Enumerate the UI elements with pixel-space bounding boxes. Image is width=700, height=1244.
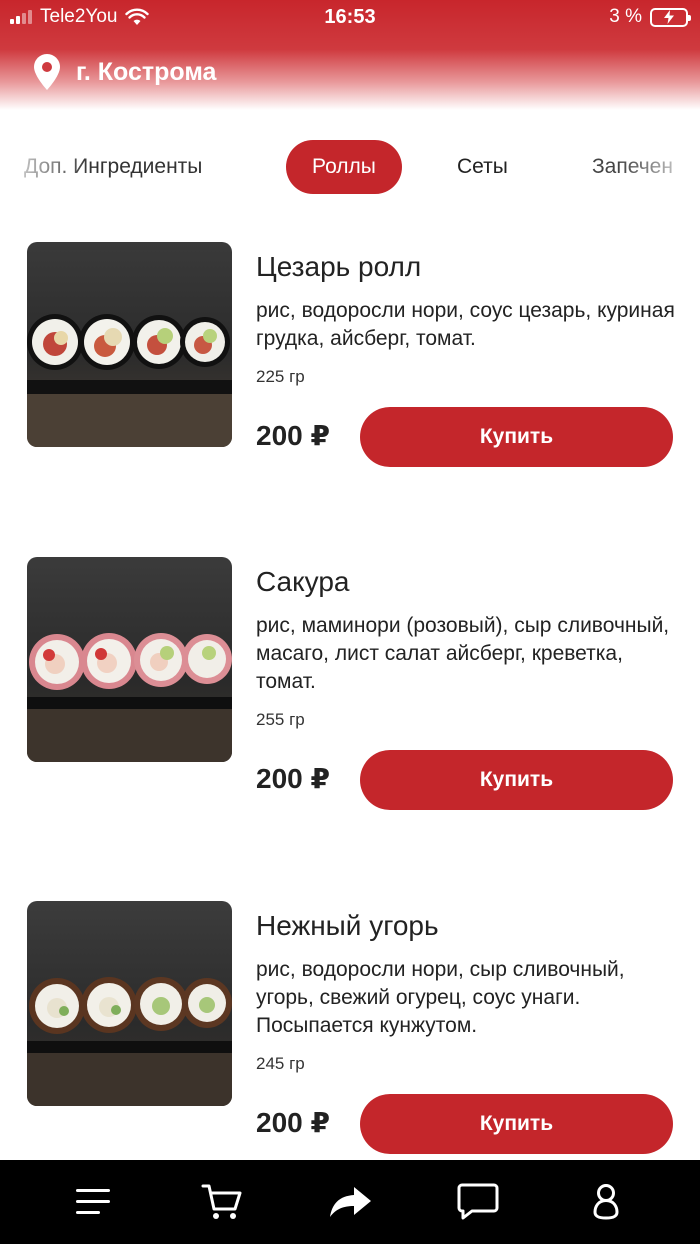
tab-extra-ingredients[interactable]: Доп. Ингредиенты bbox=[24, 140, 202, 194]
product-weight: 245 гр bbox=[256, 1054, 305, 1073]
product-name: Сакура bbox=[256, 566, 350, 597]
tab-baked[interactable]: Запечен bbox=[592, 140, 673, 194]
menu-icon[interactable] bbox=[64, 1172, 124, 1232]
status-bar: Tele2You 16:53 3 % bbox=[0, 0, 700, 36]
profile-icon[interactable] bbox=[576, 1172, 636, 1232]
product-info: Цезарь ролл рис, водоросли нори, соус це… bbox=[256, 242, 676, 387]
share-icon[interactable] bbox=[320, 1172, 380, 1232]
product-info: Нежный угорь рис, водоросли нори, сыр сл… bbox=[256, 901, 676, 1074]
tab-rolls[interactable]: Роллы bbox=[286, 140, 402, 194]
product-image[interactable] bbox=[27, 557, 232, 762]
product-description: рис, водоросли нори, сыр сливочный, угор… bbox=[256, 958, 625, 1037]
product-image[interactable] bbox=[27, 901, 232, 1106]
price-row: 200 ₽ Купить bbox=[256, 1094, 676, 1154]
tab-sets[interactable]: Сеты bbox=[457, 140, 508, 194]
clock: 16:53 bbox=[324, 6, 376, 28]
product-price: 200 ₽ bbox=[256, 763, 330, 794]
category-tabs: Доп. Ингредиенты Роллы Сеты Запечен bbox=[0, 140, 700, 196]
product-weight: 225 гр bbox=[256, 367, 305, 386]
status-right: 3 % bbox=[609, 6, 691, 28]
buy-button[interactable]: Купить bbox=[360, 407, 673, 467]
battery-percent: 3 % bbox=[609, 6, 642, 27]
location-city: г. Кострома bbox=[76, 57, 217, 86]
product-price: 200 ₽ bbox=[256, 1107, 330, 1138]
product-image[interactable] bbox=[27, 242, 232, 447]
buy-button[interactable]: Купить bbox=[360, 750, 673, 810]
product-name: Цезарь ролл bbox=[256, 251, 422, 282]
product-info: Сакура рис, маминори (розовый), сыр слив… bbox=[256, 557, 676, 730]
buy-button[interactable]: Купить bbox=[360, 1094, 673, 1154]
price-row: 200 ₽ Купить bbox=[256, 750, 676, 810]
product-description: рис, водоросли нори, соус цезарь, курина… bbox=[256, 299, 675, 350]
chat-icon[interactable] bbox=[448, 1172, 508, 1232]
product-price: 200 ₽ bbox=[256, 420, 330, 451]
product-description: рис, маминори (розовый), сыр сливочный, … bbox=[256, 614, 670, 693]
location-selector[interactable]: г. Кострома bbox=[34, 54, 216, 90]
bottom-navigation bbox=[0, 1160, 700, 1244]
header: Tele2You 16:53 3 % г. Кострома bbox=[0, 0, 700, 110]
map-pin-icon bbox=[34, 54, 60, 90]
product-weight: 255 гр bbox=[256, 710, 305, 729]
product-name: Нежный угорь bbox=[256, 910, 439, 941]
cart-icon[interactable] bbox=[192, 1172, 252, 1232]
price-row: 200 ₽ Купить bbox=[256, 407, 676, 467]
battery-icon bbox=[650, 7, 691, 27]
